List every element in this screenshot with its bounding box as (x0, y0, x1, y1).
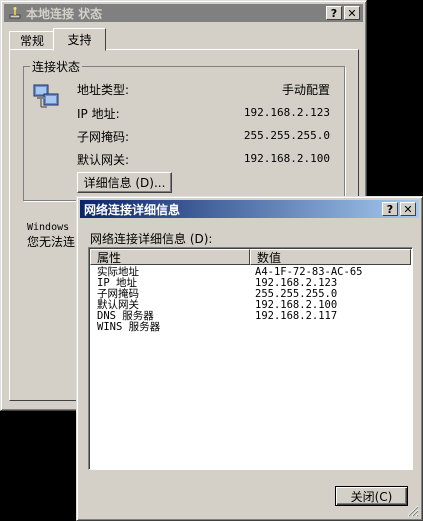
details-button-label: 详细信息 (D)... (83, 176, 166, 190)
row-property: WINS 服务器 (97, 321, 161, 333)
ip-address-value: 192.168.2.123 (243, 106, 330, 119)
column-property-label: 属性 (97, 250, 122, 265)
details-button[interactable]: 详细信息 (D)... (77, 172, 172, 193)
connection-status-group: 连接状态 地址类型: 手动配置 IP 地址: 192.168.2.123 子网掩… (23, 58, 345, 201)
details-window: 网络连接详细信息 ? ✕ 网络连接详细信息 (D): 属性 数值 实际地址 A4… (76, 196, 423, 521)
cannot-connect-partial-text: 您无法连 (27, 235, 76, 249)
tab-support[interactable]: 支持 (53, 28, 106, 51)
row-value: 192.168.2.117 (255, 310, 338, 322)
status-window-title: 本地连接 状态 (26, 6, 103, 21)
close-button[interactable]: 关闭(C) (335, 486, 408, 506)
column-property[interactable]: 属性 (90, 249, 250, 265)
status-close-button[interactable]: ✕ (344, 6, 360, 20)
details-list-label: 网络连接详细信息 (D): (90, 232, 213, 246)
listview-header: 属性 数值 (90, 249, 411, 265)
network-connection-icon (8, 6, 22, 20)
network-computers-icon (32, 81, 62, 111)
address-type-value: 手动配置 (281, 83, 330, 97)
subnet-mask-value: 255.255.255.0 (243, 129, 330, 142)
ip-address-label: IP 地址: (77, 107, 120, 121)
tab-support-label: 支持 (67, 33, 92, 47)
table-row[interactable]: WINS 服务器 (97, 322, 255, 333)
subnet-mask-label: 子网掩码: (77, 130, 130, 144)
tab-general[interactable]: 常规 (9, 31, 55, 49)
column-value-label: 数值 (257, 250, 282, 265)
default-gateway-label: 默认网关: (77, 153, 130, 167)
address-type-label: 地址类型: (77, 83, 130, 97)
default-gateway-value: 192.168.2.100 (243, 152, 330, 165)
details-window-title: 网络连接详细信息 (84, 202, 181, 217)
status-help-button[interactable]: ? (326, 6, 342, 20)
details-listview[interactable]: 属性 数值 实际地址 A4-1F-72-83-AC-65 IP 地址 192.1… (88, 247, 413, 470)
tab-general-label: 常规 (19, 34, 44, 48)
details-help-button[interactable]: ? (382, 202, 398, 216)
windows-partial-text: Windows (27, 222, 70, 233)
column-value[interactable]: 数值 (250, 249, 411, 265)
size-grip-icon[interactable] (407, 505, 419, 517)
connection-status-group-title: 连接状态 (30, 58, 83, 75)
details-close-button[interactable]: ✕ (400, 202, 416, 216)
status-titlebar[interactable]: 本地连接 状态 ? ✕ (4, 4, 363, 22)
details-titlebar[interactable]: 网络连接详细信息 ? ✕ (80, 200, 419, 218)
close-button-label: 关闭(C) (350, 489, 393, 504)
